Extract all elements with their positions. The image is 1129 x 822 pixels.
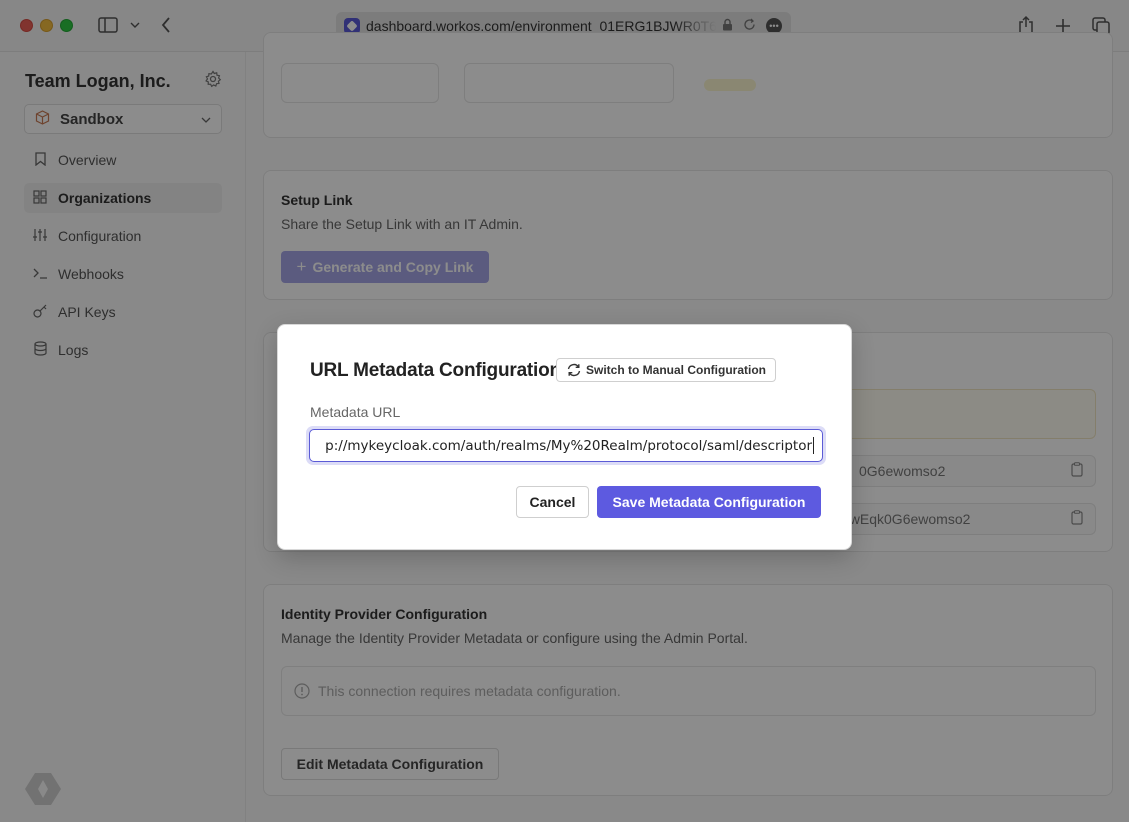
metadata-url-input[interactable]: p://mykeycloak.com/auth/realms/My%20Real… — [309, 429, 823, 462]
switch-to-manual-button[interactable]: Switch to Manual Configuration — [556, 358, 776, 382]
text-caret — [813, 437, 814, 454]
refresh-icon — [567, 363, 581, 377]
url-metadata-modal: URL Metadata Configuration Switch to Man… — [277, 324, 852, 550]
metadata-url-label: Metadata URL — [310, 404, 401, 420]
cancel-button[interactable]: Cancel — [516, 486, 589, 518]
save-metadata-configuration-button[interactable]: Save Metadata Configuration — [597, 486, 821, 518]
metadata-url-focus-ring: p://mykeycloak.com/auth/realms/My%20Real… — [306, 426, 826, 465]
modal-title: URL Metadata Configuration — [310, 360, 561, 381]
